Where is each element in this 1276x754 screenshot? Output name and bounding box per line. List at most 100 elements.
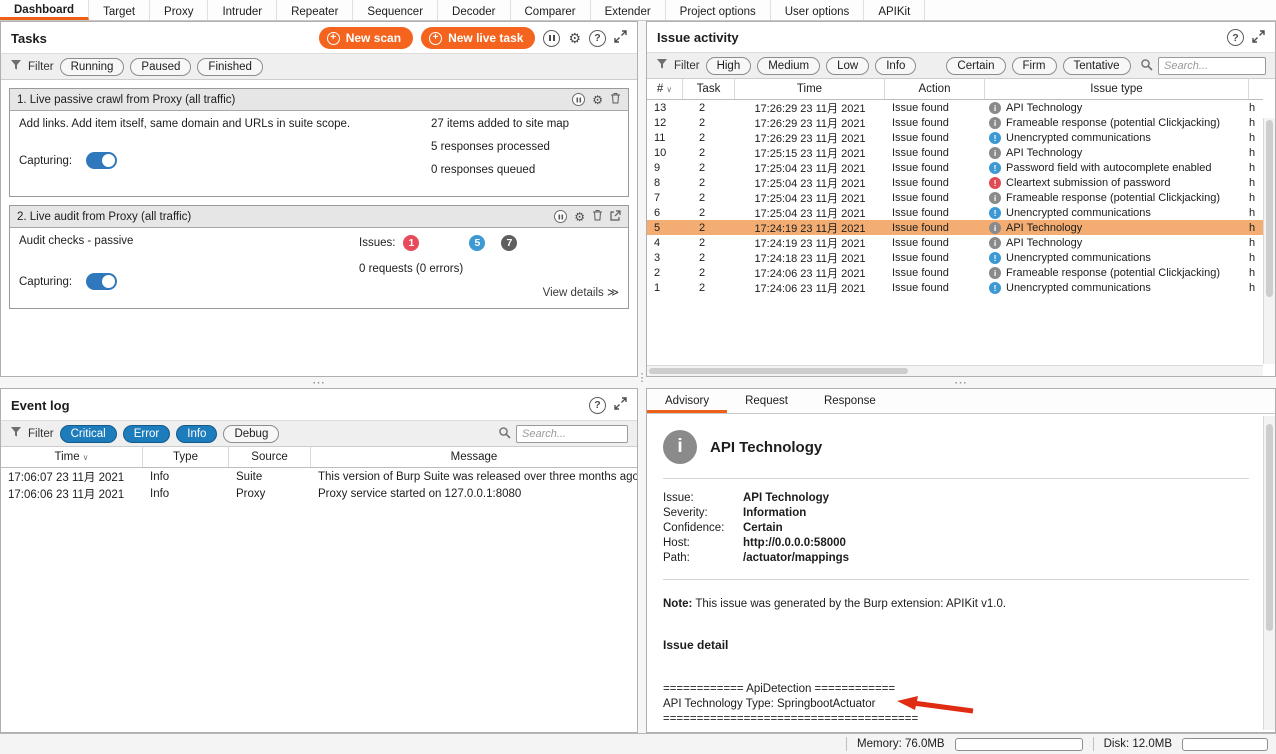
task1-capturing-toggle[interactable]	[86, 152, 118, 169]
tab-advisory[interactable]: Advisory	[647, 389, 728, 413]
tasks-expand-icon[interactable]	[614, 30, 627, 46]
issue-row[interactable]: 10 2 17:25:15 23 11月 2021 Issue found i API T…	[647, 145, 1263, 160]
issue-row[interactable]: 6 2 17:25:04 23 11月 2021 Issue found! Unencr…	[647, 205, 1263, 220]
column-header-issue-type[interactable]: Issue type	[985, 79, 1249, 99]
issue-row[interactable]: 12 2 17:26:29 23 11月 2021 Issue found i Frame…	[647, 115, 1263, 130]
vertical-splitter[interactable]: ⋮	[637, 21, 648, 733]
new-live-task-button[interactable]: + New live task	[421, 27, 536, 49]
filter-pill-error[interactable]: Error	[122, 424, 171, 443]
issue-row[interactable]: 8 2 17:25:04 23 11月 2021 Issue found! Cleart…	[647, 175, 1263, 190]
tab-intruder[interactable]: Intruder	[208, 0, 278, 20]
issue-row[interactable]: 1 2 17:24:06 23 11月 2021 Issue found! Unencr…	[647, 280, 1263, 295]
advisory-field: Issue: API Technology	[663, 492, 830, 504]
issue-activity-title: Issue activity	[657, 30, 739, 45]
issues-label: Issues:	[359, 237, 396, 249]
task-settings-gear-icon[interactable]: ⚙	[574, 211, 585, 223]
tab-dashboard[interactable]: Dashboard	[0, 0, 90, 20]
issue-row[interactable]: 9 2 17:25:04 23 11月 2021 Issue found! Passwo…	[647, 160, 1263, 175]
new-scan-button[interactable]: + New scan	[318, 27, 414, 49]
issue-detail-heading: Issue detail	[663, 638, 729, 652]
advisory-vertical-scrollbar[interactable]	[1263, 416, 1275, 730]
filter-pill-info[interactable]: Info	[875, 56, 917, 75]
severity-low-icon: !	[989, 281, 1001, 294]
column-header-url[interactable]	[1249, 79, 1263, 99]
column-header-source[interactable]: Source	[229, 447, 311, 467]
issue-row[interactable]: 5 2 17:24:19 23 11月 2021 Issue found i API Te…	[647, 220, 1263, 235]
horizontal-splitter[interactable]: ⋯	[0, 375, 638, 390]
filter-pill-debug[interactable]: Debug	[223, 424, 280, 443]
tab-request[interactable]: Request	[727, 389, 806, 413]
task-settings-gear-icon[interactable]: ⚙	[592, 94, 603, 106]
tasks-help-icon[interactable]: ?	[589, 29, 606, 47]
issue-vertical-scrollbar[interactable]	[1263, 118, 1275, 364]
scrollbar-thumb[interactable]	[649, 368, 908, 374]
filter-pill-high[interactable]: High	[705, 56, 752, 75]
pause-all-tasks-icon[interactable]	[543, 29, 561, 47]
issue-row[interactable]: 4 2 17:24:19 23 11月 2021 Issue found i API Te…	[647, 235, 1263, 250]
tab-response[interactable]: Response	[806, 389, 894, 413]
tab-repeater[interactable]: Repeater	[277, 0, 354, 20]
pause-task-icon[interactable]	[572, 93, 586, 106]
issue-row[interactable]: 7 2 17:25:04 23 11月 2021 Issue found i Framea…	[647, 190, 1263, 205]
tab-apikit[interactable]: APIKit	[864, 0, 926, 20]
column-header-message[interactable]: Message	[311, 447, 637, 467]
issue-activity-help-icon[interactable]: ?	[1227, 29, 1244, 46]
task2-capturing-toggle[interactable]	[86, 273, 118, 290]
filter-pill-paused[interactable]: Paused	[130, 57, 192, 76]
low-issue-count-badge: 5	[469, 235, 486, 251]
filter-pill-low[interactable]: Low	[826, 56, 870, 75]
open-task-window-icon[interactable]	[610, 209, 621, 224]
tab-decoder[interactable]: Decoder	[438, 0, 511, 20]
column-header-number[interactable]: # ∨	[647, 79, 683, 99]
task-card-1[interactable]: 1. Live passive crawl from Proxy (all tr…	[9, 88, 629, 197]
filter-pill-firm[interactable]: Firm	[1011, 56, 1057, 75]
filter-pill-finished[interactable]: Finished	[197, 57, 263, 76]
event-search-input[interactable]	[516, 424, 628, 443]
event-log-help-icon[interactable]: ?	[589, 396, 606, 414]
event-log-row[interactable]: 17:06:07 23 11月 2021 Info Suite This versio…	[1, 468, 637, 485]
column-header-type[interactable]: Type	[143, 447, 229, 467]
delete-task-icon[interactable]	[610, 92, 621, 107]
issue-row[interactable]: 13 2 17:26:29 23 11月 2021 Issue found i API T…	[647, 100, 1263, 115]
horizontal-splitter[interactable]: ⋯	[646, 375, 1276, 390]
event-log-row[interactable]: 17:06:06 23 11月 2021 Info Proxy Proxy servi…	[1, 485, 637, 502]
issue-horizontal-scrollbar[interactable]	[647, 365, 1263, 376]
column-header-task[interactable]: Task	[683, 79, 735, 99]
advisory-field: Severity: Information	[663, 507, 807, 519]
delete-task-icon[interactable]	[592, 209, 603, 224]
issue-row[interactable]: 11 2 17:26:29 23 11月 2021 Issue found! Unenc…	[647, 130, 1263, 145]
column-header-time[interactable]: Time	[735, 79, 885, 99]
tab-project-options[interactable]: Project options	[666, 0, 771, 20]
issue-activity-expand-icon[interactable]	[1252, 29, 1265, 46]
tab-extender[interactable]: Extender	[591, 0, 666, 20]
task2-capturing-label: Capturing:	[19, 275, 73, 288]
filter-pill-certain[interactable]: Certain	[946, 56, 1006, 75]
issue-type-label: Unencrypted communications	[1006, 206, 1151, 219]
filter-pill-info[interactable]: Info	[176, 424, 218, 443]
issue-row[interactable]: 2 2 17:24:06 23 11月 2021 Issue found i Framea…	[647, 265, 1263, 280]
tab-target[interactable]: Target	[89, 0, 151, 20]
scrollbar-thumb[interactable]	[1266, 120, 1273, 298]
column-header-action[interactable]: Action	[885, 79, 985, 99]
issue-type-label: Cleartext submission of password	[1006, 176, 1171, 189]
tab-user-options[interactable]: User options	[771, 0, 865, 20]
pause-task-icon[interactable]	[554, 210, 568, 223]
issue-search-input[interactable]	[1158, 56, 1266, 75]
view-details-link[interactable]: View details ≫	[359, 285, 619, 299]
severity-low-icon: !	[989, 251, 1001, 264]
tab-proxy[interactable]: Proxy	[150, 0, 209, 20]
issue-row[interactable]: 3 2 17:24:18 23 11月 2021 Issue found! Unencr…	[647, 250, 1263, 265]
tab-comparer[interactable]: Comparer	[511, 0, 591, 20]
filter-pill-tentative[interactable]: Tentative	[1062, 56, 1131, 75]
tab-sequencer[interactable]: Sequencer	[353, 0, 439, 20]
filter-pill-medium[interactable]: Medium	[757, 56, 821, 75]
event-log-expand-icon[interactable]	[614, 397, 627, 413]
event-log-title: Event log	[11, 397, 70, 413]
tasks-settings-gear-icon[interactable]: ⚙	[568, 31, 581, 45]
task-card-2[interactable]: 2. Live audit from Proxy (all traffic) ⚙…	[9, 205, 629, 309]
filter-pill-running[interactable]: Running	[59, 57, 125, 76]
info-issue-icon: i	[663, 430, 697, 464]
filter-pill-critical[interactable]: Critical	[59, 424, 117, 443]
column-header-time[interactable]: Time ∨	[1, 447, 143, 467]
scrollbar-thumb[interactable]	[1266, 424, 1273, 632]
